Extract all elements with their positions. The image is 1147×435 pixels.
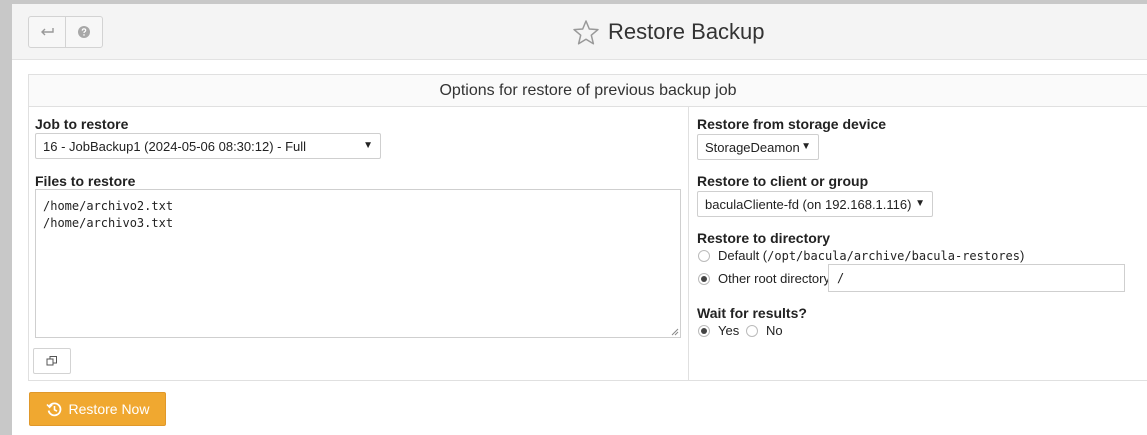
wait-yes-option[interactable]: Yes <box>698 323 739 338</box>
chevron-down-icon: ▼ <box>915 198 925 209</box>
wait-no-option[interactable]: No <box>746 323 783 338</box>
copy-button[interactable] <box>33 348 71 374</box>
default-directory-prefix: Default ( <box>718 248 768 263</box>
wait-for-results-label: Wait for results? <box>697 305 807 321</box>
restore-history-icon <box>45 401 61 416</box>
other-directory-value: / <box>837 271 845 285</box>
storage-device-label: Restore from storage device <box>697 116 887 132</box>
storage-select[interactable]: StorageDeamon ▼ <box>697 134 819 160</box>
file-line: /home/archivo3.txt <box>43 216 174 230</box>
wait-yes-radio[interactable] <box>698 324 710 337</box>
restore-page: Restore Backup Options for restore of pr… <box>12 4 1147 435</box>
files-to-restore-label: Files to restore <box>35 173 136 189</box>
default-directory-path: /opt/bacula/archive/bacula-restores <box>767 248 1021 263</box>
star-icon[interactable] <box>572 19 600 46</box>
help-button[interactable] <box>65 17 102 47</box>
restore-directory-label: Restore to directory <box>697 230 831 246</box>
chevron-down-icon: ▼ <box>363 140 373 151</box>
wait-yes-label: Yes <box>718 323 740 338</box>
page-title-group: Restore Backup <box>572 16 765 48</box>
header-button-group <box>28 16 103 48</box>
client-select-value: baculaCliente-fd (on 192.168.1.116) <box>705 196 912 212</box>
default-directory-radio[interactable] <box>698 249 710 262</box>
job-select[interactable]: 16 - JobBackup1 (2024-05-06 08:30:12) - … <box>35 133 381 159</box>
job-select-value: 16 - JobBackup1 (2024-05-06 08:30:12) - … <box>43 138 307 154</box>
other-directory-radio[interactable] <box>698 272 710 285</box>
help-icon <box>78 26 90 38</box>
file-line: /home/archivo2.txt <box>43 199 174 213</box>
page-header: Restore Backup <box>12 4 1147 60</box>
left-column: Job to restore 16 - JobBackup1 (2024-05-… <box>29 107 689 380</box>
default-directory-suffix: ) <box>1020 248 1025 263</box>
job-to-restore-label: Job to restore <box>35 116 129 132</box>
wait-no-label: No <box>766 323 783 338</box>
restore-client-label: Restore to client or group <box>697 173 869 189</box>
back-button[interactable] <box>29 17 65 47</box>
storage-select-value: StorageDeamon <box>705 139 800 155</box>
restore-now-label: Restore Now <box>68 401 150 417</box>
chevron-down-icon: ▼ <box>801 141 811 152</box>
files-textarea[interactable]: /home/archivo2.txt /home/archivo3.txt <box>35 189 681 338</box>
other-directory-input[interactable]: / <box>828 264 1125 292</box>
restore-options-panel: Options for restore of previous backup j… <box>28 74 1147 381</box>
back-arrow-icon <box>41 28 54 36</box>
default-directory-option[interactable]: Default (/opt/bacula/archive/bacula-rest… <box>698 248 1024 263</box>
client-select[interactable]: baculaCliente-fd (on 192.168.1.116) ▼ <box>697 191 933 217</box>
panel-heading: Options for restore of previous backup j… <box>29 75 1147 107</box>
restore-now-button[interactable]: Restore Now <box>29 392 166 426</box>
wait-no-radio[interactable] <box>746 324 758 337</box>
page-title: Restore Backup <box>608 19 765 44</box>
other-directory-label: Other root directory <box>718 271 830 286</box>
left-window-edge <box>0 0 12 435</box>
right-column: Restore from storage device StorageDeamo… <box>690 107 1147 380</box>
resize-grip-icon[interactable] <box>669 326 679 336</box>
other-directory-option[interactable]: Other root directory <box>698 271 830 286</box>
copy-icon <box>46 356 57 366</box>
